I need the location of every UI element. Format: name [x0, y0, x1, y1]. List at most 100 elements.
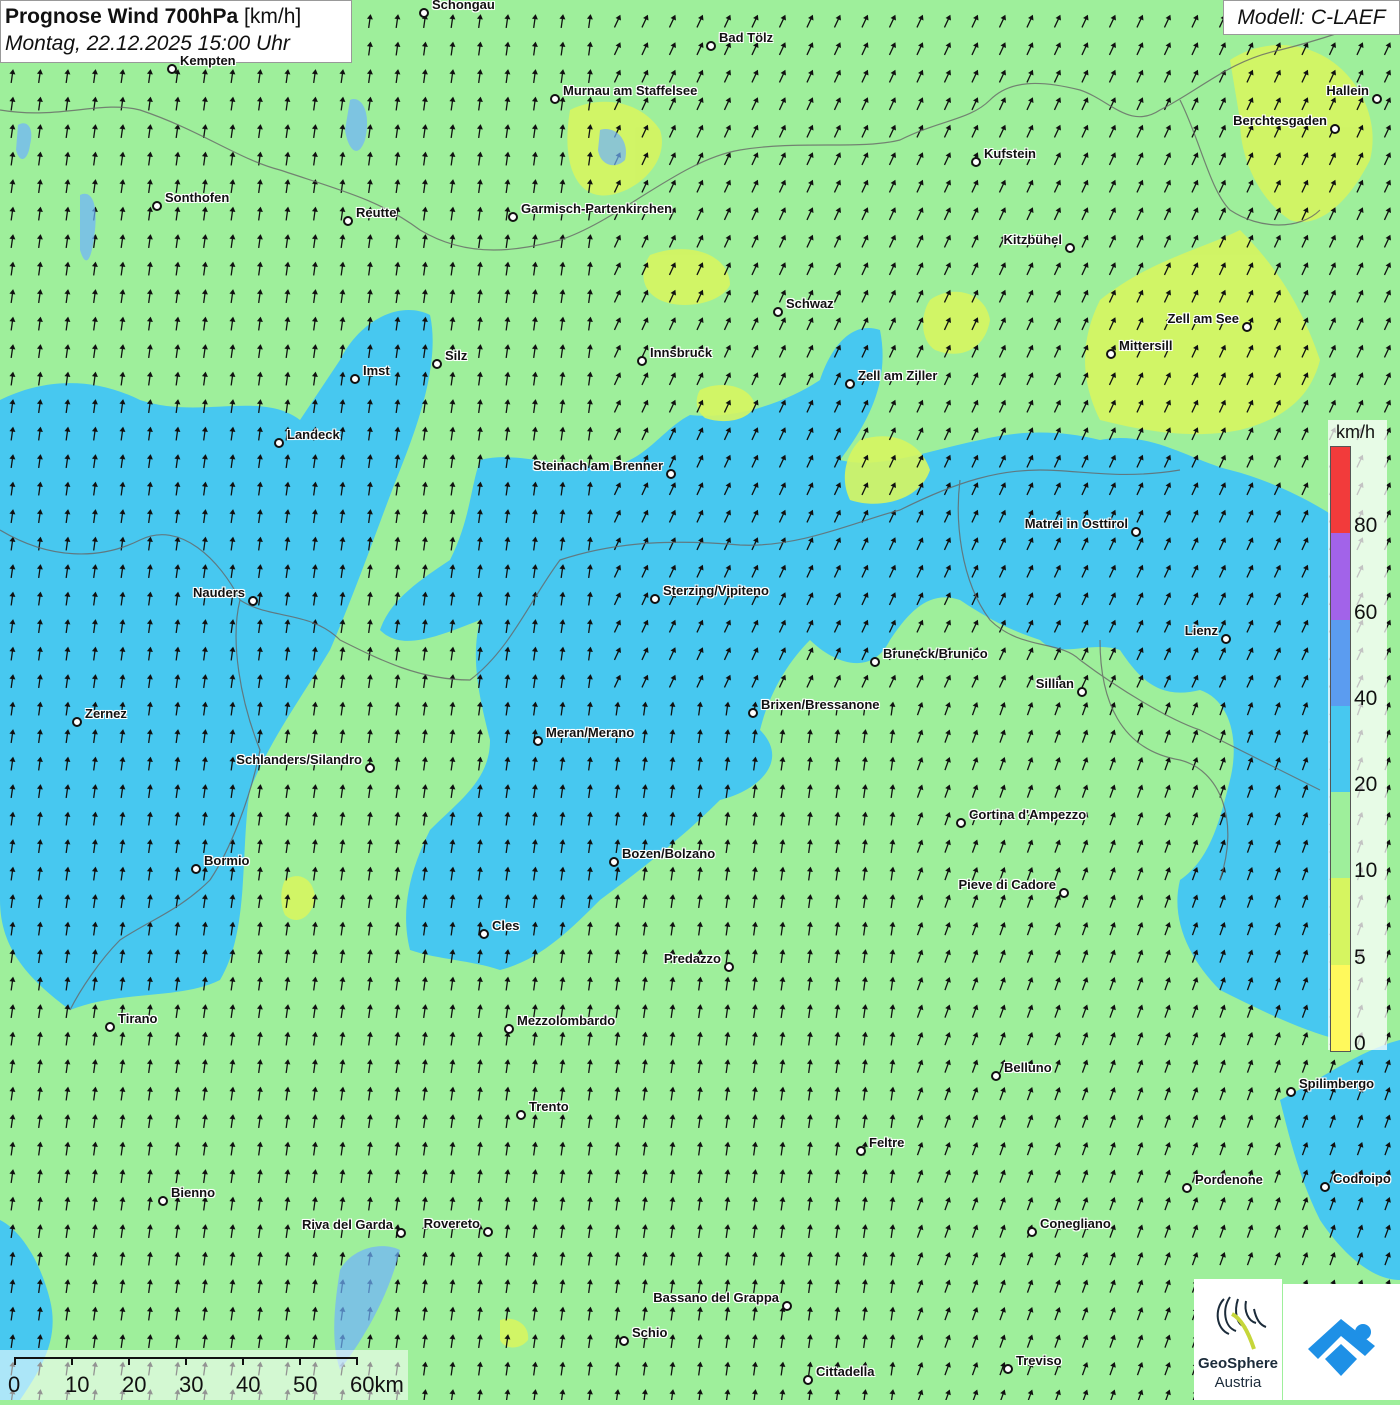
city-label: Sonthofen [165, 190, 229, 205]
city-marker [1182, 1183, 1192, 1193]
scalebar: 0102030405060km [0, 1350, 408, 1400]
city-marker [782, 1301, 792, 1311]
city-marker [637, 356, 647, 366]
city-label: Innsbruck [650, 345, 712, 360]
city-label: Sillian [1036, 676, 1074, 691]
legend-unit: km/h [1336, 422, 1375, 443]
scale-tick [299, 1357, 301, 1365]
city-marker [432, 359, 442, 369]
city-marker [1372, 94, 1382, 104]
city-label: Kufstein [984, 146, 1036, 161]
city-label: Sterzing/Vipiteno [663, 583, 769, 598]
city-marker [773, 307, 783, 317]
city-marker [248, 596, 258, 606]
geosphere-icon [1194, 1279, 1282, 1359]
scale-label: 50 [293, 1372, 317, 1398]
city-marker [724, 962, 734, 972]
logo-name: GeoSphere [1194, 1355, 1282, 1372]
city-label: Lienz [1185, 623, 1218, 638]
legend-swatch [1331, 965, 1350, 1051]
city-marker [1320, 1182, 1330, 1192]
city-marker [191, 864, 201, 874]
city-marker [1027, 1227, 1037, 1237]
legend-colorbar [1330, 446, 1351, 1052]
scale-label: 30 [179, 1372, 203, 1398]
city-marker [1106, 349, 1116, 359]
city-label: Feltre [869, 1135, 904, 1150]
map-title: Prognose Wind 700hPa [km/h] [5, 4, 347, 30]
city-marker [956, 818, 966, 828]
city-label: Predazzo [664, 951, 721, 966]
city-label: Bormio [204, 853, 250, 868]
legend-swatch [1331, 447, 1350, 533]
city-marker [1242, 322, 1252, 332]
city-marker [856, 1146, 866, 1156]
title-box: Prognose Wind 700hPa [km/h] Montag, 22.1… [0, 0, 352, 63]
city-label: Hallein [1326, 83, 1369, 98]
city-label: Rovereto [424, 1216, 480, 1231]
city-label: Silz [445, 348, 467, 363]
legend-tick-label: 0 [1354, 1032, 1366, 1056]
legend-tick-label: 10 [1354, 859, 1377, 883]
scale-label: 60km [350, 1372, 404, 1398]
scale-tick [71, 1357, 73, 1365]
city-marker [479, 929, 489, 939]
city-label: Berchtesgaden [1233, 113, 1327, 128]
city-label: Zernez [85, 706, 127, 721]
city-marker [72, 717, 82, 727]
logo-sub: Austria [1194, 1374, 1282, 1391]
legend-tick-label: 80 [1354, 514, 1377, 538]
city-marker [343, 216, 353, 226]
city-marker [504, 1024, 514, 1034]
city-marker [1059, 888, 1069, 898]
city-marker [105, 1022, 115, 1032]
city-label: Cittadella [816, 1364, 875, 1379]
city-marker [1330, 124, 1340, 134]
city-label: Bad Tölz [719, 30, 773, 45]
city-marker [483, 1227, 493, 1237]
city-marker [1286, 1087, 1296, 1097]
city-label: Mittersill [1119, 338, 1172, 353]
scale-tick [356, 1357, 358, 1365]
city-marker [1065, 243, 1075, 253]
scale-label: 10 [65, 1372, 89, 1398]
city-marker [1131, 527, 1141, 537]
city-label: Cortina d'Ampezzo [969, 807, 1086, 822]
city-marker [1003, 1364, 1013, 1374]
city-label: Bruneck/Brunico [883, 646, 988, 661]
city-marker [609, 857, 619, 867]
scale-tick [128, 1357, 130, 1365]
legend-tick-label: 5 [1354, 946, 1366, 970]
legend-swatch [1331, 878, 1350, 964]
city-label: Schlanders/Silandro [236, 752, 362, 767]
city-marker [803, 1375, 813, 1385]
city-label: Trento [529, 1099, 569, 1114]
city-marker [971, 157, 981, 167]
city-label: Conegliano [1040, 1216, 1111, 1231]
city-label: Cles [492, 918, 519, 933]
city-label: Kitzbühel [1004, 232, 1063, 247]
city-marker [748, 708, 758, 718]
city-marker [167, 64, 177, 74]
city-label: Matrei in Osttirol [1025, 516, 1128, 531]
legend: km/h 051020406080 [1328, 420, 1387, 1050]
city-label: Pordenone [1195, 1172, 1263, 1187]
city-label: Treviso [1016, 1353, 1062, 1368]
city-marker [516, 1110, 526, 1120]
city-label: Steinach am Brenner [533, 458, 663, 473]
city-label: Bassano del Grappa [653, 1290, 779, 1305]
city-marker [419, 8, 429, 18]
legend-tick-label: 20 [1354, 773, 1377, 797]
city-marker [396, 1228, 406, 1238]
city-marker [350, 374, 360, 384]
city-label: Imst [363, 363, 390, 378]
city-label: Schwaz [786, 296, 834, 311]
city-label: Schio [632, 1325, 667, 1340]
city-marker [550, 94, 560, 104]
city-label: Reutte [356, 205, 396, 220]
city-marker [508, 212, 518, 222]
city-marker [533, 736, 543, 746]
city-label: Kempten [180, 53, 236, 68]
scale-label: 0 [8, 1372, 20, 1398]
city-label: Bozen/Bolzano [622, 846, 715, 861]
